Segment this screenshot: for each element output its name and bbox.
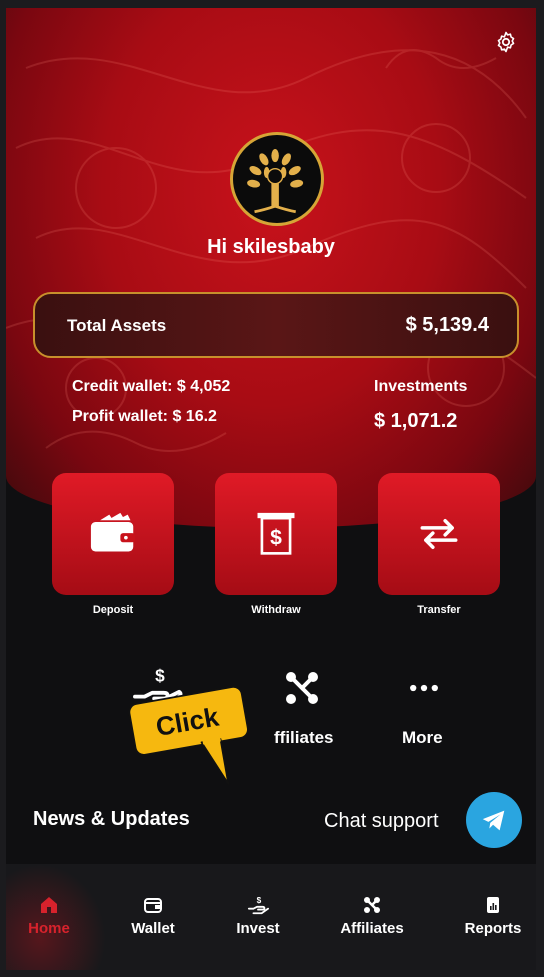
deposit-label: Deposit	[92, 604, 134, 616]
svg-text:$: $	[155, 665, 165, 685]
investments-value: $ 1,071.2	[374, 410, 458, 432]
total-assets-card[interactable]: Total Assets $ 5,139.4	[33, 292, 519, 358]
news-updates-heading[interactable]: News & Updates	[33, 808, 190, 831]
credit-wallet-text: Credit wallet: $ 4,052	[72, 378, 231, 395]
transfer-button[interactable]	[378, 473, 500, 595]
withdraw-label: Withdraw	[251, 604, 301, 616]
nav-reports[interactable]: Reports	[448, 894, 536, 937]
total-assets-label: Total Assets	[67, 316, 167, 335]
nav-home-label: Home	[28, 920, 70, 937]
dragon-pattern	[6, 49, 536, 452]
click-callout: Click	[128, 686, 249, 785]
wallet-icon	[90, 512, 136, 552]
nav-home[interactable]: Home	[6, 894, 94, 937]
investments-label: Investments	[374, 378, 468, 395]
tree-logo-icon	[247, 149, 304, 214]
app-screen: Hi skilesbaby Total Assets $ 5,139.4 Cre…	[6, 8, 536, 970]
home-icon	[41, 897, 57, 913]
more-dots-icon	[410, 684, 438, 692]
nav-affiliates-label: Affiliates	[340, 920, 404, 937]
wallet-nav-icon	[144, 898, 162, 913]
svg-text:$: $	[270, 527, 282, 550]
gear-icon	[497, 31, 515, 53]
nav-wallet[interactable]: Wallet	[108, 894, 198, 937]
reports-icon	[487, 897, 499, 913]
affiliates-icon	[364, 897, 380, 913]
nav-affiliates[interactable]: Affiliates	[327, 894, 417, 937]
greeting-text: Hi skilesbaby	[207, 236, 335, 258]
nav-wallet-label: Wallet	[131, 920, 175, 937]
svg-text:$: $	[257, 896, 262, 905]
total-assets-value: $ 5,139.4	[405, 314, 489, 336]
chat-support-button[interactable]	[466, 792, 522, 848]
hero-background: Hi skilesbaby Total Assets $ 5,139.4 Cre…	[6, 8, 536, 528]
transfer-arrows-icon	[420, 519, 458, 549]
nav-invest[interactable]: $ Invest	[213, 894, 303, 937]
transfer-label: Transfer	[417, 604, 461, 616]
withdraw-receipt-icon: $	[257, 512, 295, 555]
telegram-icon	[482, 810, 505, 831]
nav-invest-label: Invest	[236, 920, 280, 937]
bottom-nav: Home Wallet $ Invest Affiliates Reports	[6, 864, 536, 970]
chat-support-label[interactable]: Chat support	[324, 810, 439, 833]
profit-wallet-text: Profit wallet: $ 16.2	[72, 408, 217, 425]
nav-reports-label: Reports	[464, 920, 522, 937]
deposit-button[interactable]	[52, 473, 174, 595]
more-shortcut-label: More	[402, 728, 443, 747]
profile-logo	[230, 132, 324, 226]
settings-button[interactable]	[494, 30, 518, 54]
invest-icon: $	[247, 896, 269, 915]
withdraw-button[interactable]: $	[215, 473, 337, 595]
more-shortcut[interactable]	[394, 663, 454, 713]
